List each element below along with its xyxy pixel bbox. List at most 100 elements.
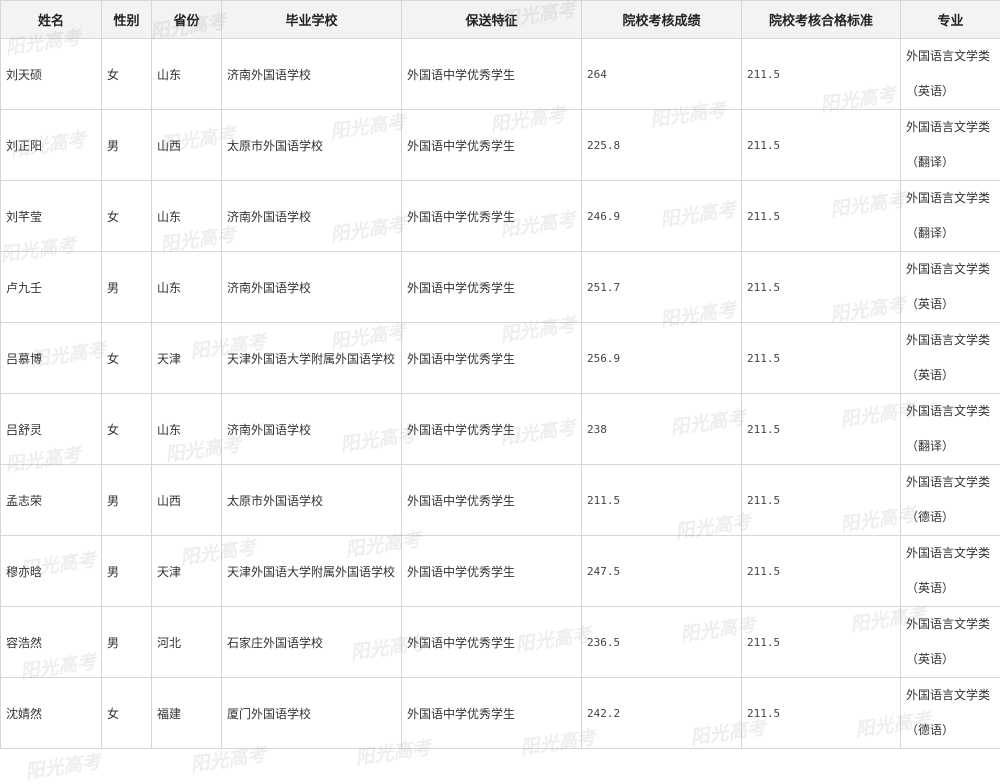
cell-major: 外国语言文学类（翻译） [901, 110, 1000, 181]
major-specialty: （德语） [906, 500, 1000, 535]
cell-name: 吕慕博 [1, 323, 102, 394]
cell-name: 沈婧然 [1, 678, 102, 749]
table-row: 容浩然男河北石家庄外国语学校外国语中学优秀学生236.5211.5外国语言文学类… [1, 607, 1000, 678]
header-province: 省份 [152, 1, 222, 39]
cell-score: 256.9 [582, 323, 742, 394]
table-row: 卢九壬男山东济南外国语学校外国语中学优秀学生251.7211.5外国语言文学类（… [1, 252, 1000, 323]
cell-feature: 外国语中学优秀学生 [402, 323, 582, 394]
major-category: 外国语言文学类 [906, 110, 1000, 145]
cell-standard: 211.5 [742, 39, 901, 110]
cell-major: 外国语言文学类（英语） [901, 323, 1000, 394]
header-name: 姓名 [1, 1, 102, 39]
cell-name: 孟志荣 [1, 465, 102, 536]
cell-province: 河北 [152, 607, 222, 678]
cell-school: 济南外国语学校 [222, 252, 402, 323]
cell-school: 天津外国语大学附属外国语学校 [222, 323, 402, 394]
cell-major: 外国语言文学类（英语） [901, 252, 1000, 323]
cell-name: 穆亦晗 [1, 536, 102, 607]
major-specialty: （英语） [906, 358, 1000, 393]
cell-feature: 外国语中学优秀学生 [402, 394, 582, 465]
header-major: 专业 [901, 1, 1000, 39]
cell-school: 济南外国语学校 [222, 394, 402, 465]
cell-feature: 外国语中学优秀学生 [402, 678, 582, 749]
cell-province: 山西 [152, 110, 222, 181]
cell-gender: 男 [102, 252, 152, 323]
cell-gender: 男 [102, 110, 152, 181]
cell-standard: 211.5 [742, 465, 901, 536]
cell-province: 山东 [152, 252, 222, 323]
major-specialty: （德语） [906, 713, 1000, 748]
cell-gender: 女 [102, 323, 152, 394]
cell-score: 211.5 [582, 465, 742, 536]
cell-name: 刘芊莹 [1, 181, 102, 252]
cell-standard: 211.5 [742, 252, 901, 323]
cell-gender: 女 [102, 678, 152, 749]
cell-score: 246.9 [582, 181, 742, 252]
major-category: 外国语言文学类 [906, 678, 1000, 713]
cell-feature: 外国语中学优秀学生 [402, 465, 582, 536]
table-row: 沈婧然女福建厦门外国语学校外国语中学优秀学生242.2211.5外国语言文学类（… [1, 678, 1000, 749]
cell-major: 外国语言文学类（翻译） [901, 181, 1000, 252]
cell-score: 242.2 [582, 678, 742, 749]
table-row: 吕舒灵女山东济南外国语学校外国语中学优秀学生238211.5外国语言文学类（翻译… [1, 394, 1000, 465]
major-specialty: （翻译） [906, 145, 1000, 180]
watermark-stamp: 阳光高考 [23, 747, 102, 784]
table-row: 孟志荣男山西太原市外国语学校外国语中学优秀学生211.5211.5外国语言文学类… [1, 465, 1000, 536]
header-standard: 院校考核合格标准 [742, 1, 901, 39]
cell-score: 247.5 [582, 536, 742, 607]
major-category: 外国语言文学类 [906, 39, 1000, 74]
major-specialty: （英语） [906, 642, 1000, 677]
major-category: 外国语言文学类 [906, 465, 1000, 500]
admissions-table: 姓名 性别 省份 毕业学校 保送特征 院校考核成绩 院校考核合格标准 专业 刘天… [0, 0, 1000, 749]
cell-name: 容浩然 [1, 607, 102, 678]
cell-major: 外国语言文学类（德语） [901, 678, 1000, 749]
cell-province: 山西 [152, 465, 222, 536]
major-specialty: （英语） [906, 74, 1000, 109]
cell-major: 外国语言文学类（德语） [901, 465, 1000, 536]
major-category: 外国语言文学类 [906, 323, 1000, 358]
major-category: 外国语言文学类 [906, 181, 1000, 216]
header-gender: 性别 [102, 1, 152, 39]
cell-feature: 外国语中学优秀学生 [402, 536, 582, 607]
cell-feature: 外国语中学优秀学生 [402, 181, 582, 252]
header-row: 姓名 性别 省份 毕业学校 保送特征 院校考核成绩 院校考核合格标准 专业 [1, 1, 1000, 39]
cell-name: 卢九壬 [1, 252, 102, 323]
table-row: 刘天硕女山东济南外国语学校外国语中学优秀学生264211.5外国语言文学类（英语… [1, 39, 1000, 110]
table-row: 刘芊莹女山东济南外国语学校外国语中学优秀学生246.9211.5外国语言文学类（… [1, 181, 1000, 252]
major-category: 外国语言文学类 [906, 394, 1000, 429]
cell-province: 山东 [152, 181, 222, 252]
cell-school: 天津外国语大学附属外国语学校 [222, 536, 402, 607]
cell-standard: 211.5 [742, 110, 901, 181]
cell-major: 外国语言文学类（英语） [901, 536, 1000, 607]
cell-school: 太原市外国语学校 [222, 465, 402, 536]
major-specialty: （英语） [906, 571, 1000, 606]
cell-standard: 211.5 [742, 607, 901, 678]
cell-province: 山东 [152, 39, 222, 110]
cell-name: 吕舒灵 [1, 394, 102, 465]
table-row: 穆亦晗男天津天津外国语大学附属外国语学校外国语中学优秀学生247.5211.5外… [1, 536, 1000, 607]
cell-gender: 男 [102, 607, 152, 678]
cell-province: 天津 [152, 323, 222, 394]
cell-standard: 211.5 [742, 323, 901, 394]
cell-province: 福建 [152, 678, 222, 749]
cell-gender: 女 [102, 181, 152, 252]
cell-feature: 外国语中学优秀学生 [402, 252, 582, 323]
cell-feature: 外国语中学优秀学生 [402, 607, 582, 678]
major-category: 外国语言文学类 [906, 536, 1000, 571]
cell-major: 外国语言文学类（英语） [901, 607, 1000, 678]
major-specialty: （英语） [906, 287, 1000, 322]
cell-school: 厦门外国语学校 [222, 678, 402, 749]
major-category: 外国语言文学类 [906, 252, 1000, 287]
cell-standard: 211.5 [742, 536, 901, 607]
cell-feature: 外国语中学优秀学生 [402, 110, 582, 181]
cell-standard: 211.5 [742, 181, 901, 252]
major-specialty: （翻译） [906, 216, 1000, 251]
cell-feature: 外国语中学优秀学生 [402, 39, 582, 110]
header-feature: 保送特征 [402, 1, 582, 39]
header-school: 毕业学校 [222, 1, 402, 39]
cell-score: 251.7 [582, 252, 742, 323]
cell-province: 山东 [152, 394, 222, 465]
cell-standard: 211.5 [742, 394, 901, 465]
header-score: 院校考核成绩 [582, 1, 742, 39]
cell-gender: 女 [102, 394, 152, 465]
